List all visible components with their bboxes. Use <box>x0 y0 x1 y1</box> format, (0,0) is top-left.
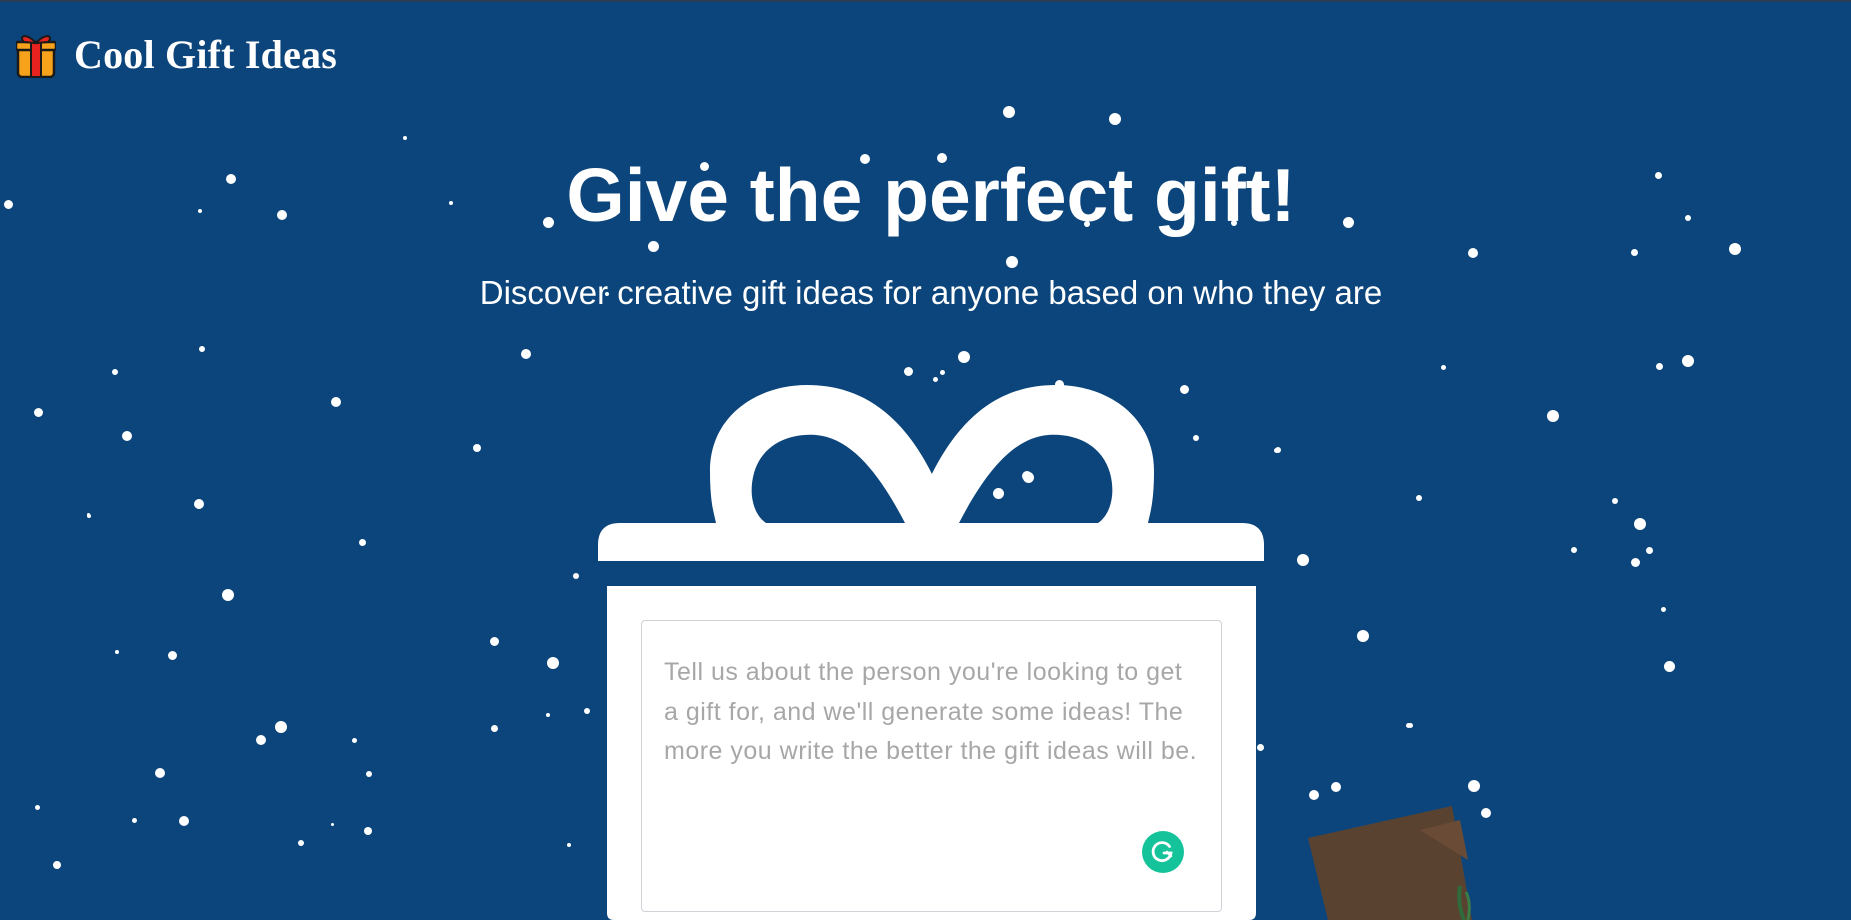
snowflake <box>86 512 90 516</box>
snowflake <box>1468 780 1480 792</box>
snowflake <box>298 840 304 846</box>
snowflake <box>1109 113 1121 125</box>
snowflake <box>403 136 407 140</box>
decorative-brown-present <box>1308 806 1472 920</box>
snowflake <box>1309 790 1319 800</box>
gift-bow-right <box>928 385 1154 523</box>
snowflake <box>521 349 531 359</box>
snowflake <box>573 573 579 579</box>
snowflake <box>903 366 913 376</box>
snowflake <box>167 650 177 660</box>
snowflake <box>958 351 970 363</box>
snowflake <box>1407 722 1413 728</box>
snowflake <box>34 804 40 810</box>
snowflake <box>275 721 287 733</box>
gift-bow-left <box>710 385 936 523</box>
snowflake <box>1660 606 1666 612</box>
snowflake <box>1682 355 1694 367</box>
description-card <box>641 620 1222 912</box>
snowflake <box>1416 495 1422 501</box>
snowflake <box>1006 256 1018 268</box>
snowflake <box>53 861 61 869</box>
grammarly-g-glyph <box>1151 841 1173 863</box>
snowflake <box>222 589 234 601</box>
snowflake <box>155 768 165 778</box>
hero-title: Give the perfect gift! <box>566 153 1296 237</box>
site-title-link[interactable]: Cool Gift Ideas <box>74 35 337 75</box>
snowflake <box>194 499 204 509</box>
snowflake <box>1273 447 1279 453</box>
snowflake <box>1612 498 1618 504</box>
snowflake <box>1634 518 1646 530</box>
snowflake <box>1571 547 1577 553</box>
snowflake <box>364 827 372 835</box>
snowflake <box>330 822 334 826</box>
snowflake <box>1655 362 1663 370</box>
person-description-input[interactable] <box>642 621 1221 911</box>
snowflake <box>366 771 372 777</box>
snowflake <box>33 407 43 417</box>
snowflake <box>115 650 119 654</box>
snowflake <box>87 514 91 518</box>
snowflake <box>358 538 366 546</box>
snowflake <box>199 346 205 352</box>
snowflake <box>547 657 559 669</box>
snowflake <box>1729 243 1741 255</box>
snowflake <box>351 737 357 743</box>
hero-subtitle: Discover creative gift ideas for anyone … <box>479 274 1383 311</box>
snowflake <box>1630 248 1638 256</box>
snowflake <box>647 240 659 252</box>
snowflake <box>546 713 550 717</box>
snowflake <box>122 431 132 441</box>
gift-emoji-icon <box>16 35 56 78</box>
snowflake <box>1645 546 1653 554</box>
snowflake <box>1440 364 1446 370</box>
grammarly-icon[interactable] <box>1142 831 1184 873</box>
snowflake <box>179 816 189 826</box>
snowflake <box>1547 410 1559 422</box>
snowflake <box>131 817 137 823</box>
snowflake <box>1630 557 1640 567</box>
snowflake <box>490 724 498 732</box>
snowflake <box>1405 722 1411 728</box>
snowflake <box>1297 554 1309 566</box>
snowflake <box>256 735 266 745</box>
snowflake <box>939 369 945 375</box>
snowflake <box>1331 782 1341 792</box>
snowflake <box>567 843 571 847</box>
snowflake <box>331 397 341 407</box>
snowflake <box>584 708 590 714</box>
snowflake <box>473 444 481 452</box>
snowflake <box>1275 447 1281 453</box>
snowflake <box>1357 630 1369 642</box>
site-header: Cool Gift Ideas <box>16 32 337 78</box>
snowflake <box>1003 106 1015 118</box>
snowflake <box>489 636 499 646</box>
window-top-border <box>0 0 1851 2</box>
snowflake <box>1663 660 1675 672</box>
snowflake <box>112 369 118 375</box>
snowflake <box>932 376 938 382</box>
gift-lid <box>598 523 1264 561</box>
snowflake <box>1468 248 1478 258</box>
